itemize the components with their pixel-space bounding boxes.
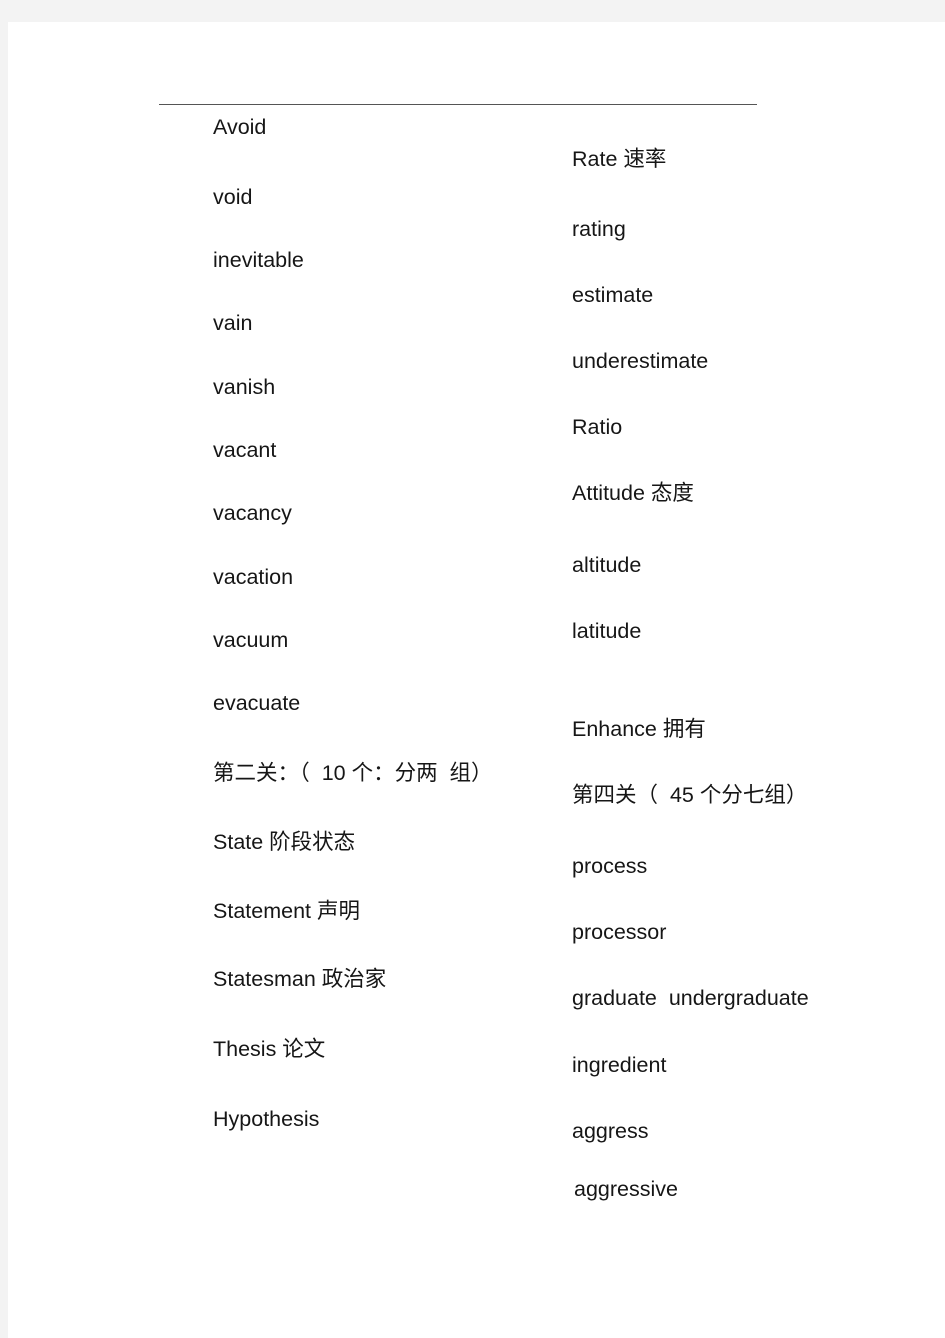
word-vacation: vacation — [213, 565, 294, 589]
document-page — [8, 22, 945, 1338]
word-aggress: aggress — [572, 1119, 649, 1143]
word-statesman: Statesman 政治家 — [213, 967, 387, 991]
section-heading-level-2: 第二关：（ 10 个：分两 组） — [213, 761, 493, 785]
word-vacant: vacant — [213, 438, 277, 462]
word-statement: Statement 声明 — [213, 899, 360, 923]
word-graduate-undergraduate: graduate undergraduate — [572, 986, 809, 1010]
word-inevitable: inevitable — [213, 248, 304, 272]
word-ratio: Ratio — [572, 415, 623, 439]
word-rating: rating — [572, 217, 626, 241]
header-rule — [159, 104, 757, 105]
word-underestimate: underestimate — [572, 349, 709, 373]
word-vain: vain — [213, 311, 253, 335]
word-thesis: Thesis 论文 — [213, 1037, 326, 1061]
word-rate: Rate 速率 — [572, 147, 667, 171]
word-latitude: latitude — [572, 619, 642, 643]
word-avoid: Avoid — [213, 115, 267, 139]
word-state: State 阶段状态 — [213, 830, 356, 854]
word-aggressive: aggressive — [574, 1177, 678, 1201]
word-estimate: estimate — [572, 283, 654, 307]
word-processor: processor — [572, 920, 667, 944]
word-enhance: Enhance 拥有 — [572, 717, 706, 741]
word-evacuate: evacuate — [213, 691, 301, 715]
word-ingredient: ingredient — [572, 1053, 667, 1077]
word-vacancy: vacancy — [213, 501, 292, 525]
word-vacuum: vacuum — [213, 628, 289, 652]
word-void: void — [213, 185, 253, 209]
word-vanish: vanish — [213, 375, 276, 399]
word-attitude: Attitude 态度 — [572, 481, 694, 505]
word-hypothesis: Hypothesis — [213, 1107, 320, 1131]
section-heading-level-4: 第四关（ 45 个分七组） — [572, 783, 808, 807]
word-process: process — [572, 854, 648, 878]
word-altitude: altitude — [572, 553, 642, 577]
